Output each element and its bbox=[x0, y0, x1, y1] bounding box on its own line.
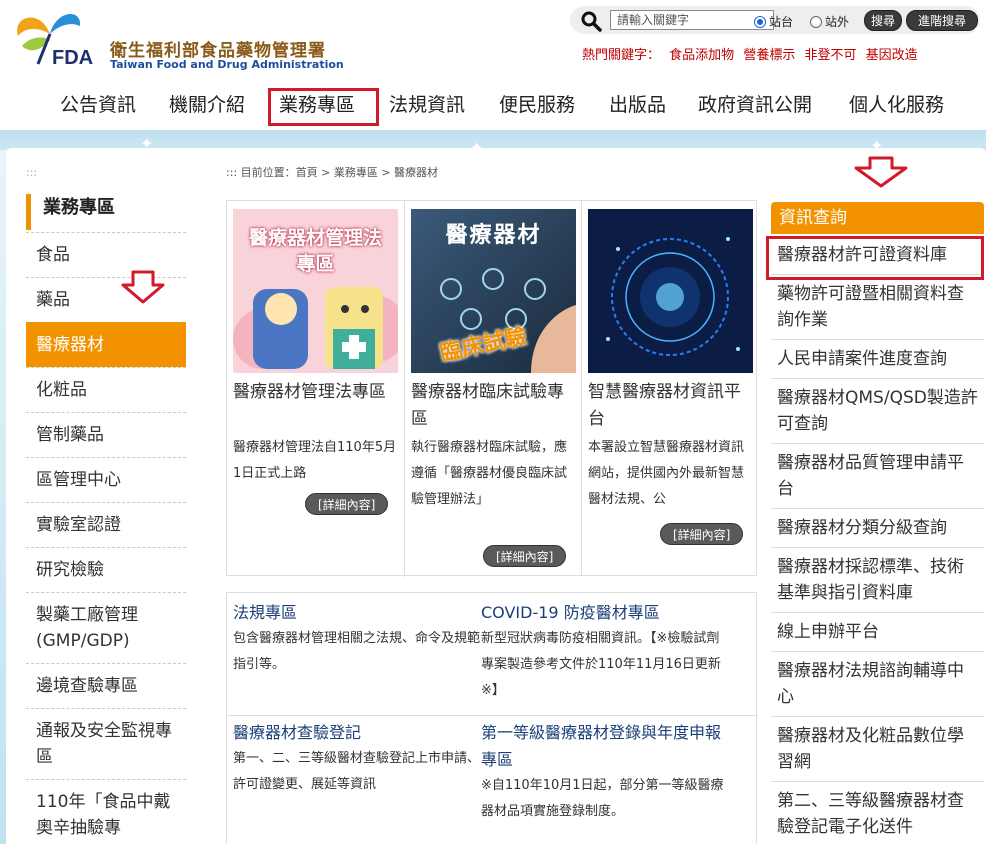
sidebar-item-controlled-drugs[interactable]: 管制藥品 bbox=[26, 412, 186, 457]
smart-medical-illustration bbox=[588, 209, 753, 373]
nav-announcements[interactable]: 公告資訊 bbox=[60, 90, 136, 117]
sidebar-item-research[interactable]: 研究檢驗 bbox=[26, 547, 186, 592]
topic-item: COVID-19 防疫醫材專區 新型冠狀病毒防疫相關資訊。【※檢驗試劑專案製造參… bbox=[481, 599, 731, 704]
card-title[interactable]: 醫療器材管理法專區 bbox=[233, 379, 401, 406]
radio-unselected-icon[interactable] bbox=[810, 15, 822, 28]
nav-highlight-box bbox=[268, 88, 379, 126]
topic-item: 醫療器材查驗登記 第一、二、三等級醫材查驗登記上市申請、許可證變更、展延等資訊 bbox=[233, 719, 483, 798]
breadcrumb-text: 目前位置：首頁 > 業務專區 > 醫療器材 bbox=[240, 166, 439, 179]
topic-desc: 第一、二、三等級醫材查驗登記上市申請、許可證變更、展延等資訊 bbox=[233, 751, 481, 792]
info-item-quality-platform[interactable]: 醫療器材品質管理申請平台 bbox=[771, 444, 984, 509]
sidebar-item-safety[interactable]: 通報及安全監視專區 bbox=[26, 708, 186, 779]
sidebar-item-dioxin[interactable]: 110年「食品中戴奧辛抽驗專 bbox=[26, 779, 186, 844]
info-item-consult-center[interactable]: 醫療器材法規諮詢輔導中心 bbox=[771, 652, 984, 717]
sidebar-item-border[interactable]: 邊境查驗專區 bbox=[26, 663, 186, 708]
breadcrumb-accesskey[interactable]: ::: bbox=[226, 166, 237, 179]
feature-card: 醫療器材管理法 專區 醫療器材管理法專區 醫療器材管理法自110年5月1日正式上… bbox=[227, 201, 404, 577]
info-item-elearning[interactable]: 醫療器材及化粧品數位學習網 bbox=[771, 717, 984, 782]
sidebar-item-cosmetics[interactable]: 化粧品 bbox=[26, 367, 186, 412]
info-item-e-submission[interactable]: 第二、三等級醫療器材查驗登記電子化送件 bbox=[771, 782, 984, 844]
topic-title[interactable]: 法規專區 bbox=[233, 603, 297, 622]
card-image-title: 醫療器材管理法 bbox=[248, 227, 382, 249]
feature-card: 醫療器材 臨床試驗 醫療器材臨床試驗專區 執行醫療器材臨床試驗，應遵循「醫療器材… bbox=[404, 201, 581, 577]
scope-outside-label: 站外 bbox=[825, 15, 850, 29]
info-item-qms-qsd[interactable]: 醫療器材QMS/QSD製造許可查詢 bbox=[771, 379, 984, 444]
detail-button[interactable]: [詳細內容] bbox=[660, 523, 744, 545]
card-image-subtitle: 專區 bbox=[296, 253, 335, 275]
site-header: FDA 衛生福利部食品藥物管理署 Taiwan Food and Drug Ad… bbox=[0, 0, 986, 130]
scope-outside-radio[interactable]: 站外 bbox=[810, 13, 849, 30]
search-button[interactable]: 搜尋 bbox=[864, 10, 902, 31]
sidebar-item-lab-accreditation[interactable]: 實驗室認證 bbox=[26, 502, 186, 547]
nav-gov-info[interactable]: 政府資訊公開 bbox=[698, 90, 812, 117]
divider bbox=[227, 715, 758, 716]
nav-personal[interactable]: 個人化服務 bbox=[849, 90, 944, 117]
detail-button[interactable]: [詳細內容] bbox=[305, 493, 389, 515]
card-desc: 醫療器材管理法自110年5月1日正式上路 bbox=[233, 440, 397, 481]
butterfly-logo-icon: FDA bbox=[17, 14, 93, 68]
card-title[interactable]: 醫療器材臨床試驗專區 bbox=[411, 379, 579, 433]
accesskey-left[interactable]: ::: bbox=[26, 166, 37, 179]
arrow-down-icon bbox=[854, 156, 908, 188]
sidebar-item-regional-centers[interactable]: 區管理中心 bbox=[26, 457, 186, 502]
feature-cards: 醫療器材管理法 專區 醫療器材管理法專區 醫療器材管理法自110年5月1日正式上… bbox=[226, 200, 758, 577]
hot-keyword-link[interactable]: 營養標示 bbox=[743, 48, 795, 63]
scope-site-label: 站台 bbox=[769, 15, 794, 29]
breadcrumb: ::: 目前位置：首頁 > 業務專區 > 醫療器材 bbox=[226, 164, 438, 180]
topic-desc: ※自110年10月1日起，部分第一等級醫療器材品項實施登錄制度。 bbox=[481, 778, 724, 819]
info-item-online-platform[interactable]: 線上申辦平台 bbox=[771, 613, 984, 652]
card-desc: 執行醫療器材臨床試驗，應遵循「醫療器材優良臨床試驗管理辦法」 bbox=[411, 440, 568, 507]
card-image-smart-medical[interactable] bbox=[588, 209, 753, 373]
card-image-device-law[interactable]: 醫療器材管理法 專區 bbox=[233, 209, 398, 373]
hot-keywords: 熱門關鍵字： 食品添加物 營養標示 非登不可 基因改造 bbox=[582, 44, 918, 63]
topic-desc: 新型冠狀病毒防疫相關資訊。【※檢驗試劑專案製造參考文件於110年11月16日更新… bbox=[481, 631, 721, 698]
hot-keyword-link[interactable]: 基因改造 bbox=[866, 48, 918, 63]
sidebar-title: 業務專區 bbox=[26, 194, 186, 230]
search-input[interactable] bbox=[610, 10, 774, 30]
topic-item: 法規專區 包含醫療器材管理相關之法規、命令及規範指引等。 bbox=[233, 599, 483, 678]
search-bar: 站台 站外 搜尋 進階搜尋 bbox=[570, 6, 980, 34]
info-highlight-box bbox=[766, 236, 984, 280]
hot-keyword-link[interactable]: 食品添加物 bbox=[669, 48, 734, 63]
fda-logo[interactable]: FDA 衛生福利部食品藥物管理署 Taiwan Food and Drug Ad… bbox=[10, 6, 344, 71]
arrow-down-icon bbox=[121, 270, 165, 304]
hot-keywords-label: 熱門關鍵字： bbox=[582, 48, 661, 63]
sidebar-item-gmp[interactable]: 製藥工廠管理(GMP/GDP) bbox=[26, 592, 186, 663]
topic-title[interactable]: 醫療器材查驗登記 bbox=[233, 723, 361, 742]
advanced-search-button[interactable]: 進階搜尋 bbox=[906, 10, 978, 31]
nav-regulations[interactable]: 法規資訊 bbox=[389, 90, 465, 117]
info-item-standards-db[interactable]: 醫療器材採認標準、技術基準與指引資料庫 bbox=[771, 548, 984, 613]
card-title[interactable]: 智慧醫療器材資訊平台 bbox=[588, 379, 756, 433]
topic-desc: 包含醫療器材管理相關之法規、命令及規範指引等。 bbox=[233, 631, 481, 672]
info-item-case-progress[interactable]: 人民申請案件進度查詢 bbox=[771, 340, 984, 379]
info-item-drug-license[interactable]: 藥物許可證暨相關資料查詢作業 bbox=[771, 275, 984, 340]
topic-title[interactable]: COVID-19 防疫醫材專區 bbox=[481, 603, 660, 622]
info-query-list: 醫療器材許可證資料庫 藥物許可證暨相關資料查詢作業 人民申請案件進度查詢 醫療器… bbox=[771, 236, 984, 844]
radio-selected-icon[interactable] bbox=[754, 15, 766, 28]
search-icon[interactable] bbox=[580, 10, 602, 32]
detail-button[interactable]: [詳細內容] bbox=[483, 545, 567, 567]
topic-item: 第一等級醫療器材登錄與年度申報專區 ※自110年10月1日起，部分第一等級醫療器… bbox=[481, 719, 731, 825]
org-name-en: Taiwan Food and Drug Administration bbox=[110, 58, 344, 71]
feature-card: 智慧醫療器材資訊平台 本署設立智慧醫療器材資訊網站，提供國內外最新智慧醫材法規、… bbox=[581, 201, 758, 577]
info-item-classification[interactable]: 醫療器材分類分級查詢 bbox=[771, 509, 984, 548]
nav-services[interactable]: 便民服務 bbox=[499, 90, 575, 117]
topic-title[interactable]: 第一等級醫療器材登錄與年度申報專區 bbox=[481, 723, 721, 769]
sidebar-item-medical-devices[interactable]: 醫療器材 bbox=[26, 322, 186, 367]
hot-keyword-link[interactable]: 非登不可 bbox=[804, 48, 856, 63]
card-image-title: 醫療器材 bbox=[445, 223, 542, 248]
nav-about[interactable]: 機關介紹 bbox=[169, 90, 245, 117]
card-image-clinical-trial[interactable]: 醫療器材 臨床試驗 bbox=[411, 209, 576, 373]
scope-site-radio[interactable]: 站台 bbox=[754, 13, 793, 30]
logo-fda-text: FDA bbox=[52, 47, 93, 68]
nav-publications[interactable]: 出版品 bbox=[609, 90, 666, 117]
card-desc: 本署設立智慧醫療器材資訊網站，提供國內外最新智慧醫材法規、公 bbox=[588, 440, 745, 507]
topic-grid: 法規專區 包含醫療器材管理相關之法規、命令及規範指引等。 COVID-19 防疫… bbox=[226, 592, 758, 844]
info-query-title: 資訊查詢 bbox=[771, 202, 984, 234]
sidebar-list: 食品 藥品 醫療器材 化粧品 管制藥品 區管理中心 實驗室認證 研究檢驗 製藥工… bbox=[26, 232, 186, 844]
